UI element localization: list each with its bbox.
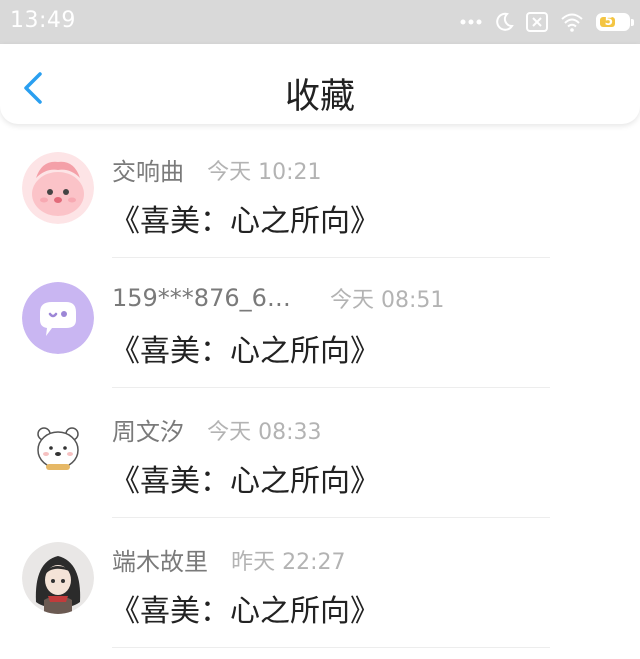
avatar[interactable]	[22, 282, 94, 354]
user-name[interactable]: 周文汐	[112, 412, 184, 447]
list-item[interactable]: 159***876_6… 今天 08:51 《喜美：心之所向》	[0, 258, 640, 388]
list-item[interactable]: 端木故里 昨天 22:27 《喜美：心之所向》	[0, 518, 640, 648]
page-title: 收藏	[284, 77, 355, 117]
item-title[interactable]: 《喜美：心之所向》	[110, 326, 380, 370]
status-bar: 13:49 57	[0, 0, 640, 44]
item-meta: 端木故里 昨天 22:27	[112, 542, 346, 577]
avatar[interactable]	[22, 412, 94, 484]
favorites-list: 交响曲 今天 10:21 《喜美：心之所向》 159***876_6… 今天 0…	[0, 128, 640, 648]
status-time: 13:49	[10, 8, 76, 33]
user-name[interactable]: 159***876_6…	[112, 284, 291, 312]
item-title[interactable]: 《喜美：心之所向》	[110, 456, 380, 500]
item-meta: 周文汐 今天 08:33	[112, 412, 322, 447]
list-item[interactable]: 周文汐 今天 08:33 《喜美：心之所向》	[0, 388, 640, 518]
user-name[interactable]: 交响曲	[112, 152, 184, 187]
more-dots-icon	[460, 19, 482, 25]
user-name[interactable]: 端木故里	[112, 542, 208, 577]
item-title[interactable]: 《喜美：心之所向》	[110, 196, 380, 240]
nav-bar: 收藏	[0, 44, 640, 124]
timestamp: 今天 08:51	[329, 288, 445, 313]
divider	[112, 647, 550, 648]
item-meta: 交响曲 今天 10:21	[112, 152, 322, 187]
bear-avatar-image	[22, 412, 94, 484]
moon-icon	[496, 12, 514, 31]
item-title[interactable]: 《喜美：心之所向》	[110, 586, 380, 630]
list-item[interactable]: 交响曲 今天 10:21 《喜美：心之所向》	[0, 128, 640, 258]
item-meta: 159***876_6… 今天 08:51	[112, 282, 444, 314]
timestamp: 今天 10:21	[207, 159, 322, 185]
battery-level: 57	[604, 14, 622, 28]
anime-girl-avatar-image	[22, 542, 94, 614]
status-icons: 57	[460, 10, 634, 34]
avatar[interactable]	[22, 542, 94, 614]
battery-icon: 57	[596, 13, 634, 31]
timestamp: 昨天 22:27	[231, 549, 346, 575]
sim-x-icon	[526, 12, 548, 32]
avatar[interactable]	[22, 152, 94, 224]
timestamp: 今天 08:33	[207, 419, 322, 445]
chat-bubble-avatar-image	[22, 282, 94, 354]
pink-blob-avatar-image	[22, 152, 94, 224]
wifi-icon	[561, 13, 583, 32]
